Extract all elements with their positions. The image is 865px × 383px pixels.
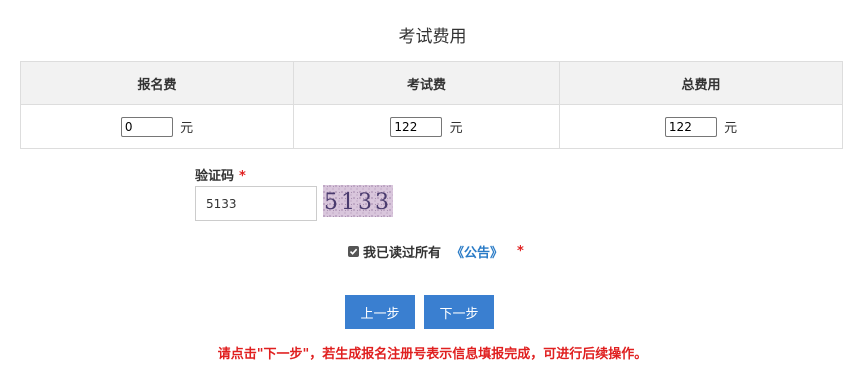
fee-table-header-row: 报名费 考试费 总费用 <box>20 61 843 105</box>
captcha-image[interactable]: 5133 <box>323 185 393 217</box>
instruction-hint: 请点击"下一步"，若生成报名注册号表示信息填报完成，可进行后续操作。 <box>217 347 648 362</box>
header-exam-fee: 考试费 <box>293 61 560 105</box>
exam-fee-cell: 元 <box>293 104 560 149</box>
notice-link[interactable]: 《公告》 <box>451 242 503 261</box>
agreement-required-mark: * <box>517 244 524 259</box>
header-registration-fee: 报名费 <box>20 61 294 105</box>
next-step-button[interactable]: 下一步 <box>424 295 494 329</box>
currency-unit: 元 <box>449 121 463 136</box>
fee-table: 报名费 考试费 总费用 元 元 元 <box>20 61 843 149</box>
required-mark: * <box>239 169 246 184</box>
captcha-label: 验证码 * <box>195 165 246 184</box>
total-fee-cell: 元 <box>559 104 843 149</box>
total-fee-input[interactable] <box>664 116 717 137</box>
captcha-label-text: 验证码 <box>195 169 235 184</box>
captcha-text: 5133 <box>324 190 392 215</box>
registration-fee-cell: 元 <box>20 104 294 149</box>
agreement-row: 我已读过所有 《公告》 * <box>348 242 524 261</box>
fee-table-row: 元 元 元 <box>20 104 843 149</box>
registration-fee-input[interactable] <box>120 116 173 137</box>
agreement-checkbox[interactable] <box>348 246 359 257</box>
header-total-fee: 总费用 <box>559 61 843 105</box>
check-icon <box>349 248 358 255</box>
exam-fee-input[interactable] <box>390 116 443 137</box>
prev-step-button[interactable]: 上一步 <box>345 295 415 329</box>
page-title: 考试费用 <box>398 27 467 47</box>
agreement-text: 我已读过所有 <box>363 246 442 261</box>
currency-unit: 元 <box>180 121 194 136</box>
captcha-input[interactable] <box>195 186 317 221</box>
currency-unit: 元 <box>724 121 738 136</box>
